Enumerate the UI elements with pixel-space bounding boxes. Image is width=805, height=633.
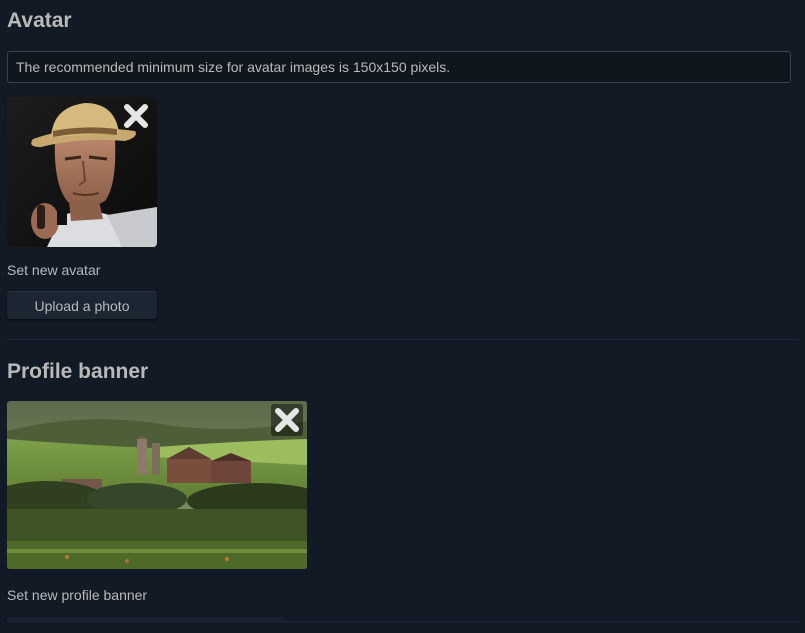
set-avatar-label: Set new avatar [7, 262, 101, 278]
profile-banner-image [7, 401, 307, 569]
upload-banner-button-edge[interactable] [7, 618, 282, 620]
avatar-info-box: The recommended minimum size for avatar … [7, 51, 791, 83]
remove-avatar-button[interactable] [120, 100, 152, 132]
avatar-heading: Avatar [7, 9, 72, 32]
close-icon [124, 104, 148, 128]
section-divider [7, 621, 799, 622]
upload-photo-button[interactable]: Upload a photo [7, 291, 157, 319]
remove-banner-button[interactable] [271, 404, 303, 436]
settings-page: Avatar The recommended minimum size for … [0, 0, 805, 633]
section-divider [7, 339, 799, 340]
banner-heading: Profile banner [7, 360, 149, 383]
set-banner-label: Set new profile banner [7, 587, 148, 603]
close-icon [275, 408, 299, 432]
